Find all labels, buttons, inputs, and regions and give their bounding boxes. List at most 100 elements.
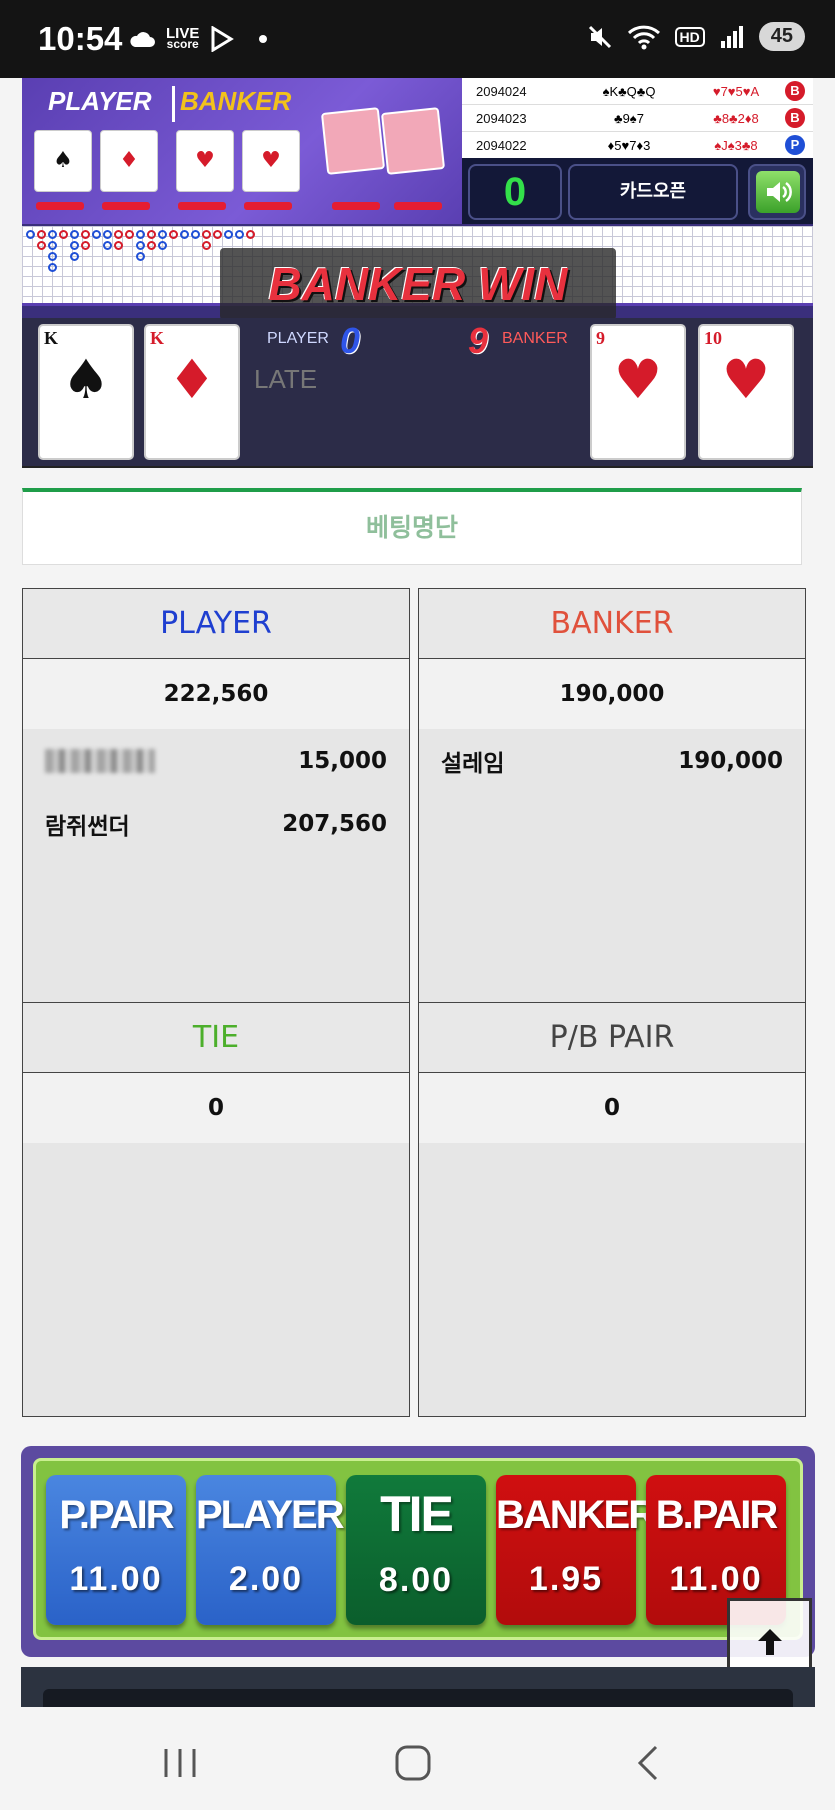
battery-indicator: 45 — [758, 22, 805, 51]
history-row: 2094023 ♣9♠7 ♣8♣2♦8 B — [462, 105, 813, 132]
livescore-icon: LIVE score — [166, 25, 200, 51]
player-bets-total: 222,560 — [23, 659, 409, 729]
game-controls: 0 카드오픈 — [462, 158, 813, 224]
speaker-icon — [756, 171, 800, 213]
pair-bets-total: 0 — [419, 1073, 805, 1143]
round-result-badge: B — [785, 108, 805, 128]
history-row: 2094022 ♦5♥7♦3 ♠J♠3♣8 P — [462, 132, 813, 159]
late-watermark: LATE — [254, 364, 318, 394]
road-dot — [37, 241, 46, 250]
road-dot — [81, 241, 90, 250]
banker-bets-panel: BANKER 190,000 설레임 190,000 — [418, 588, 806, 1003]
wifi-icon — [627, 25, 660, 49]
cloud-icon — [130, 32, 155, 47]
table-marker — [332, 202, 380, 210]
road-dot — [235, 230, 244, 239]
recent-apps-icon[interactable] — [160, 1745, 200, 1781]
card-back — [320, 107, 386, 175]
table-marker — [178, 202, 226, 210]
player-card-1: K ♠ — [38, 324, 134, 460]
bet-row: 설레임 190,000 — [419, 729, 805, 792]
road-dot — [158, 230, 167, 239]
banker-bets-heading: BANKER — [419, 589, 805, 659]
status-bar: 10:54 LIVE score HD 45 — [0, 0, 835, 78]
road-dot — [48, 230, 57, 239]
bettor-name: 설레임 — [441, 750, 505, 777]
footer-bar-inner — [43, 1689, 793, 1707]
arrow-up-icon — [757, 1629, 782, 1655]
card-back — [380, 107, 446, 175]
road-dot — [70, 230, 79, 239]
round-result-badge: B — [785, 81, 805, 101]
card-open-button[interactable]: 카드오픈 — [568, 164, 738, 220]
round-banker-cards: ♥7♥5♥A — [712, 83, 760, 99]
road-dot — [92, 230, 101, 239]
round-banker-cards: ♠J♠3♣8 — [714, 137, 758, 153]
banker-mini-card: ♥ — [176, 130, 234, 192]
road-dot — [136, 241, 145, 250]
game-stream: PLAYER BANKER ♠ ♦ ♥ ♥ 2094024 ♠K♣Q♣Q ♥7♥5♥… — [22, 78, 813, 468]
back-icon[interactable] — [632, 1743, 662, 1783]
betting-list-title: 베팅명단 — [365, 513, 458, 542]
road-dot — [202, 241, 211, 250]
road-dot — [37, 230, 46, 239]
bet-amount: 190,000 — [678, 747, 783, 774]
road-dot — [48, 252, 57, 261]
road-dot — [191, 230, 200, 239]
road-dot — [26, 230, 35, 239]
tie-bets-heading: TIE — [23, 1003, 409, 1073]
banker-side-label: BANKER — [502, 330, 568, 347]
bet-row: 15,000 — [23, 729, 409, 792]
odds-board-inner: P.PAIR 11.00 PLAYER 2.00 TIE 8.00 BANKER 1.9… — [33, 1458, 803, 1640]
dealt-cards: K ♠ K ♦ PLAYER 0 LATE 9 BANKER 9 ♥ 10 ♥ — [22, 318, 813, 466]
odds-banker-button[interactable]: BANKER 1.95 — [496, 1475, 657, 1625]
road-dot — [202, 230, 211, 239]
status-icons-left: LIVE score — [128, 25, 268, 52]
home-icon[interactable] — [393, 1743, 433, 1783]
odds-ppair-button[interactable]: P.PAIR 11.00 — [46, 1475, 186, 1625]
road-dot — [169, 230, 178, 239]
hd-icon: HD — [674, 26, 705, 47]
mute-icon — [588, 25, 611, 48]
player-bets-panel: PLAYER 222,560 15,000 람쥐썬더 207,560 — [22, 588, 410, 1003]
banker-heading: BANKER — [180, 86, 292, 116]
bet-amount: 207,560 — [282, 810, 387, 837]
round-history: 2094024 ♠K♣Q♣Q ♥7♥5♥A B 2094023 ♣9♠7 ♣8♣2♦8 B 20… — [462, 78, 813, 159]
player-card-2: K ♦ — [144, 324, 240, 460]
road-dot — [70, 241, 79, 250]
road-dot — [103, 241, 112, 250]
clock: 10:54 — [38, 20, 123, 57]
road-dot — [224, 230, 233, 239]
player-mini-card: ♠ — [34, 130, 92, 192]
signal-icon — [720, 25, 743, 48]
road-dot — [147, 230, 156, 239]
round-id: 2094022 — [476, 137, 527, 153]
bet-row: 람쥐썬더 207,560 — [23, 792, 409, 855]
heading-divider — [172, 86, 175, 122]
odds-tie-button[interactable]: TIE 8.00 — [346, 1475, 486, 1625]
player-score: 0 — [340, 320, 361, 361]
road-dot — [48, 263, 57, 272]
sound-toggle[interactable] — [748, 164, 806, 220]
banker-card-1: 9 ♥ — [590, 324, 686, 460]
pair-bets-heading: P/B PAIR — [419, 1003, 805, 1073]
blurred-username — [45, 748, 155, 773]
status-icons-right: HD 45 — [587, 22, 805, 51]
footer-bar — [21, 1667, 815, 1707]
round-id: 2094023 — [476, 110, 527, 126]
notification-dot-icon — [259, 35, 268, 43]
table-marker — [244, 202, 292, 210]
pair-bets-panel: P/B PAIR 0 — [418, 1002, 806, 1417]
banker-card-2: 10 ♥ — [698, 324, 794, 460]
round-id: 2094024 — [476, 83, 527, 99]
road-dot — [48, 241, 57, 250]
table-marker — [102, 202, 150, 210]
road-dot — [81, 230, 90, 239]
countdown-counter: 0 — [468, 164, 562, 220]
table-marker — [394, 202, 442, 210]
tie-bets-panel: TIE 0 — [22, 1002, 410, 1417]
road-dot — [246, 230, 255, 239]
road-dot — [180, 230, 189, 239]
banker-score: 9 — [468, 320, 489, 361]
odds-player-button[interactable]: PLAYER 2.00 — [196, 1475, 345, 1625]
